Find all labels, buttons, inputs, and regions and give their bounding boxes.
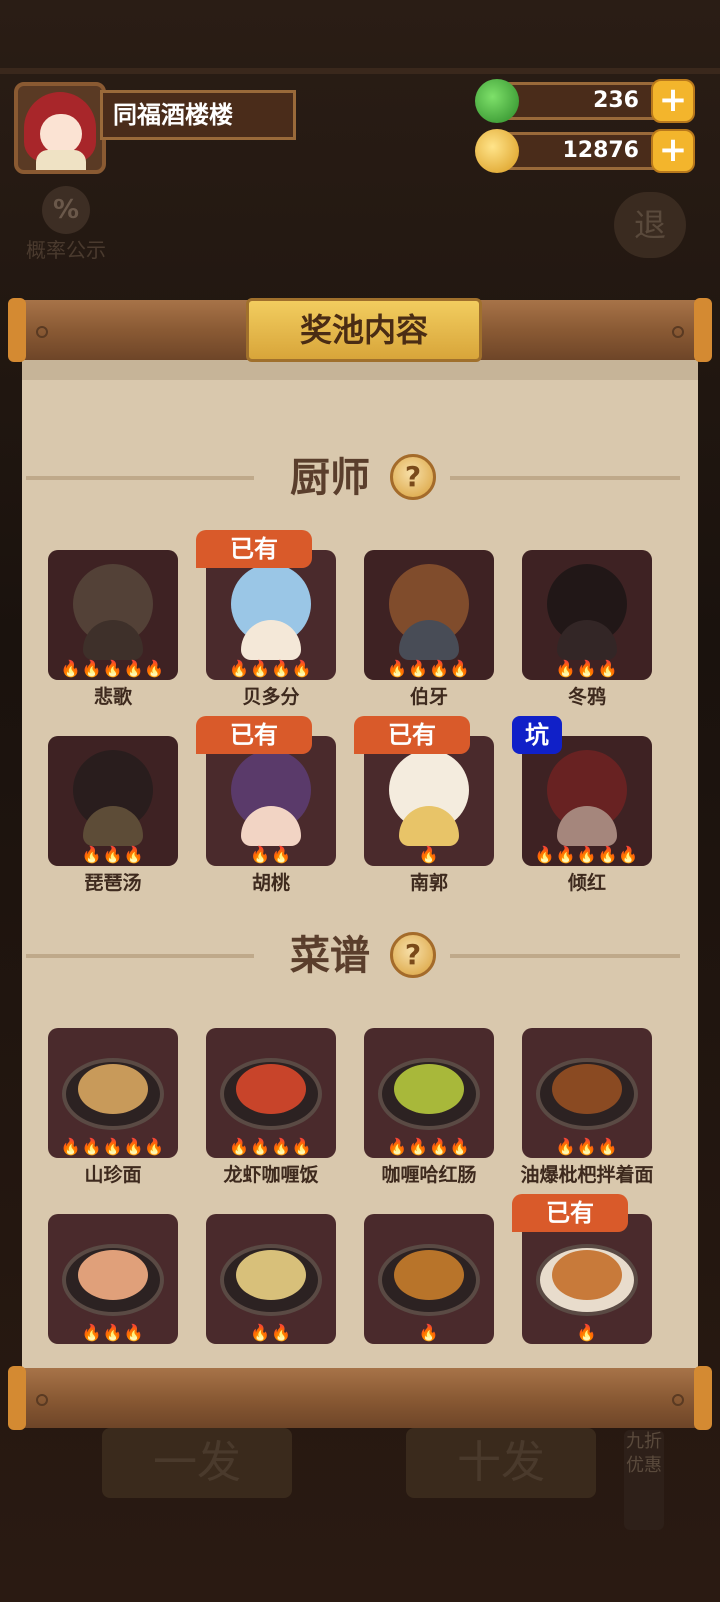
chef-section-title: 厨师 (290, 455, 370, 501)
recipe-card[interactable]: 🔥 (364, 1214, 494, 1344)
rarity-flames: 🔥 (418, 845, 440, 864)
chef-portrait: 🔥🔥🔥🔥🔥 (522, 736, 652, 866)
avatar-face (40, 114, 82, 154)
rarity-flames: 🔥🔥🔥🔥 (229, 1137, 313, 1156)
chef-name: 悲歌 (93, 686, 132, 708)
chef-card-hutao[interactable]: 🔥🔥 已有 胡桃 (196, 716, 336, 895)
player-avatar[interactable] (14, 82, 106, 174)
chef-name: 冬鸦 (567, 686, 606, 708)
owned-badge: 已有 (196, 530, 312, 568)
discount-tag: 九折优惠 (624, 1430, 664, 1530)
recipe-name: 油爆枇杷拌着面 (520, 1164, 654, 1186)
recipe-image: 🔥🔥🔥🔥🔥 (48, 1028, 178, 1158)
chef-portrait: 🔥🔥🔥🔥🔥 (48, 550, 178, 680)
rarity-flames: 🔥🔥 (250, 845, 292, 864)
chef-portrait: 🔥 (364, 736, 494, 866)
prize-pool-panel: 厨师 ? 🔥🔥🔥🔥🔥 悲歌 🔥🔥🔥🔥 已有 贝多分 🔥🔥🔥🔥 伯牙 🔥🔥🔥 冬鸦… (22, 356, 698, 1370)
add-jade-button[interactable]: + (651, 79, 695, 123)
avatar-body (36, 150, 86, 170)
rarity-flames: 🔥🔥 (250, 1323, 292, 1342)
coin-counter: 12876 + (475, 129, 695, 173)
recipe-image: 🔥🔥🔥🔥 (206, 1028, 336, 1158)
recipe-image: 🔥 (364, 1214, 494, 1344)
gear-icon: % (42, 186, 90, 234)
recipe-section-header: 菜谱 ? (22, 926, 698, 986)
chef-card-nanguo[interactable]: 🔥 已有 南郭 (354, 716, 494, 895)
chef-portrait: 🔥🔥🔥🔥 (206, 550, 336, 680)
probability-button[interactable]: % 概率公示 (18, 186, 114, 266)
exit-button[interactable]: 退 (614, 192, 686, 258)
rarity-flames: 🔥🔥🔥🔥🔥 (534, 845, 640, 864)
rarity-flames: 🔥🔥🔥 (81, 845, 145, 864)
owned-badge: 已有 (354, 716, 470, 754)
recipe-card[interactable]: 🔥 已有 (512, 1194, 652, 1344)
chef-name: 贝多分 (242, 686, 300, 708)
chef-portrait: 🔥🔥🔥 (522, 550, 652, 680)
divider-line (450, 476, 680, 480)
recipe-image: 🔥🔥🔥🔥 (364, 1028, 494, 1158)
recipe-card[interactable]: 🔥🔥🔥🔥 咖喱哈红肠 (364, 1028, 494, 1187)
coin-value: 12876 (562, 138, 639, 163)
chef-portrait: 🔥🔥 (206, 736, 336, 866)
chef-card-pipatang[interactable]: 🔥🔥🔥 琵琶汤 (48, 736, 178, 895)
rarity-flames: 🔥 (418, 1323, 440, 1342)
top-strip (0, 68, 720, 74)
chef-name: 南郭 (409, 872, 448, 894)
ten-draw-button: 十发 (406, 1428, 596, 1498)
recipe-image: 🔥🔥🔥 (48, 1214, 178, 1344)
jade-value: 236 (593, 88, 639, 113)
jade-icon (475, 79, 519, 123)
recipe-name: 山珍面 (84, 1164, 142, 1186)
recipe-image: 🔥🔥🔥 (522, 1028, 652, 1158)
rarity-flames: 🔥🔥🔥🔥🔥 (60, 1137, 166, 1156)
chef-name: 胡桃 (251, 872, 290, 894)
scroll-bottom-roller (8, 1366, 712, 1430)
rarity-flames: 🔥🔥🔥🔥🔥 (60, 659, 166, 678)
player-name: 同福酒楼楼 (100, 90, 296, 140)
chef-name: 琵琶汤 (84, 872, 142, 894)
rarity-flames: 🔥🔥🔥 (555, 1137, 619, 1156)
recipe-card[interactable]: 🔥🔥🔥 油爆枇杷拌着面 (520, 1028, 654, 1187)
owned-badge: 已有 (512, 1194, 628, 1232)
chef-card-beiduofen[interactable]: 🔥🔥🔥🔥 已有 贝多分 (196, 530, 336, 709)
rarity-flames: 🔥🔥🔥 (81, 1323, 145, 1342)
recipe-name: 咖喱哈红肠 (381, 1164, 477, 1186)
divider-line (26, 954, 254, 958)
recipe-name: 龙虾咖喱饭 (223, 1164, 319, 1186)
rarity-flames: 🔥🔥🔥🔥 (387, 659, 471, 678)
chef-card-dongya[interactable]: 🔥🔥🔥 冬鸦 (522, 550, 652, 709)
chef-help-icon[interactable]: ? (390, 454, 436, 500)
single-draw-button: 一发 (102, 1428, 292, 1498)
chef-card-boya[interactable]: 🔥🔥🔥🔥 伯牙 (364, 550, 494, 709)
recipe-card[interactable]: 🔥🔥🔥 (48, 1214, 178, 1344)
rarity-flames: 🔥 (576, 1323, 598, 1342)
recipe-card[interactable]: 🔥🔥🔥🔥🔥 山珍面 (48, 1028, 178, 1187)
probability-label: 概率公示 (26, 238, 106, 262)
pit-badge: 坑 (512, 716, 562, 754)
owned-badge: 已有 (196, 716, 312, 754)
chef-portrait: 🔥🔥🔥🔥 (364, 550, 494, 680)
divider-line (450, 954, 680, 958)
rarity-flames: 🔥🔥🔥 (555, 659, 619, 678)
coin-icon (475, 129, 519, 173)
chef-card-beige[interactable]: 🔥🔥🔥🔥🔥 悲歌 (48, 550, 178, 709)
chef-name: 倾红 (567, 872, 606, 894)
recipe-help-icon[interactable]: ? (390, 932, 436, 978)
recipe-card[interactable]: 🔥🔥 (206, 1214, 336, 1344)
chef-section-header: 厨师 ? (22, 448, 698, 508)
recipe-image: 🔥🔥 (206, 1214, 336, 1344)
chef-name: 伯牙 (409, 686, 448, 708)
rarity-flames: 🔥🔥🔥🔥 (229, 659, 313, 678)
jade-counter: 236 + (475, 79, 695, 123)
rarity-flames: 🔥🔥🔥🔥 (387, 1137, 471, 1156)
chef-portrait: 🔥🔥🔥 (48, 736, 178, 866)
recipe-section-title: 菜谱 (290, 933, 370, 979)
add-coins-button[interactable]: + (651, 129, 695, 173)
panel-title: 奖池内容 (246, 298, 482, 362)
recipe-card[interactable]: 🔥🔥🔥🔥 龙虾咖喱饭 (206, 1028, 336, 1187)
divider-line (26, 476, 254, 480)
recipe-image: 🔥 (522, 1214, 652, 1344)
chef-card-qinghong[interactable]: 🔥🔥🔥🔥🔥 坑 倾红 (512, 716, 652, 895)
